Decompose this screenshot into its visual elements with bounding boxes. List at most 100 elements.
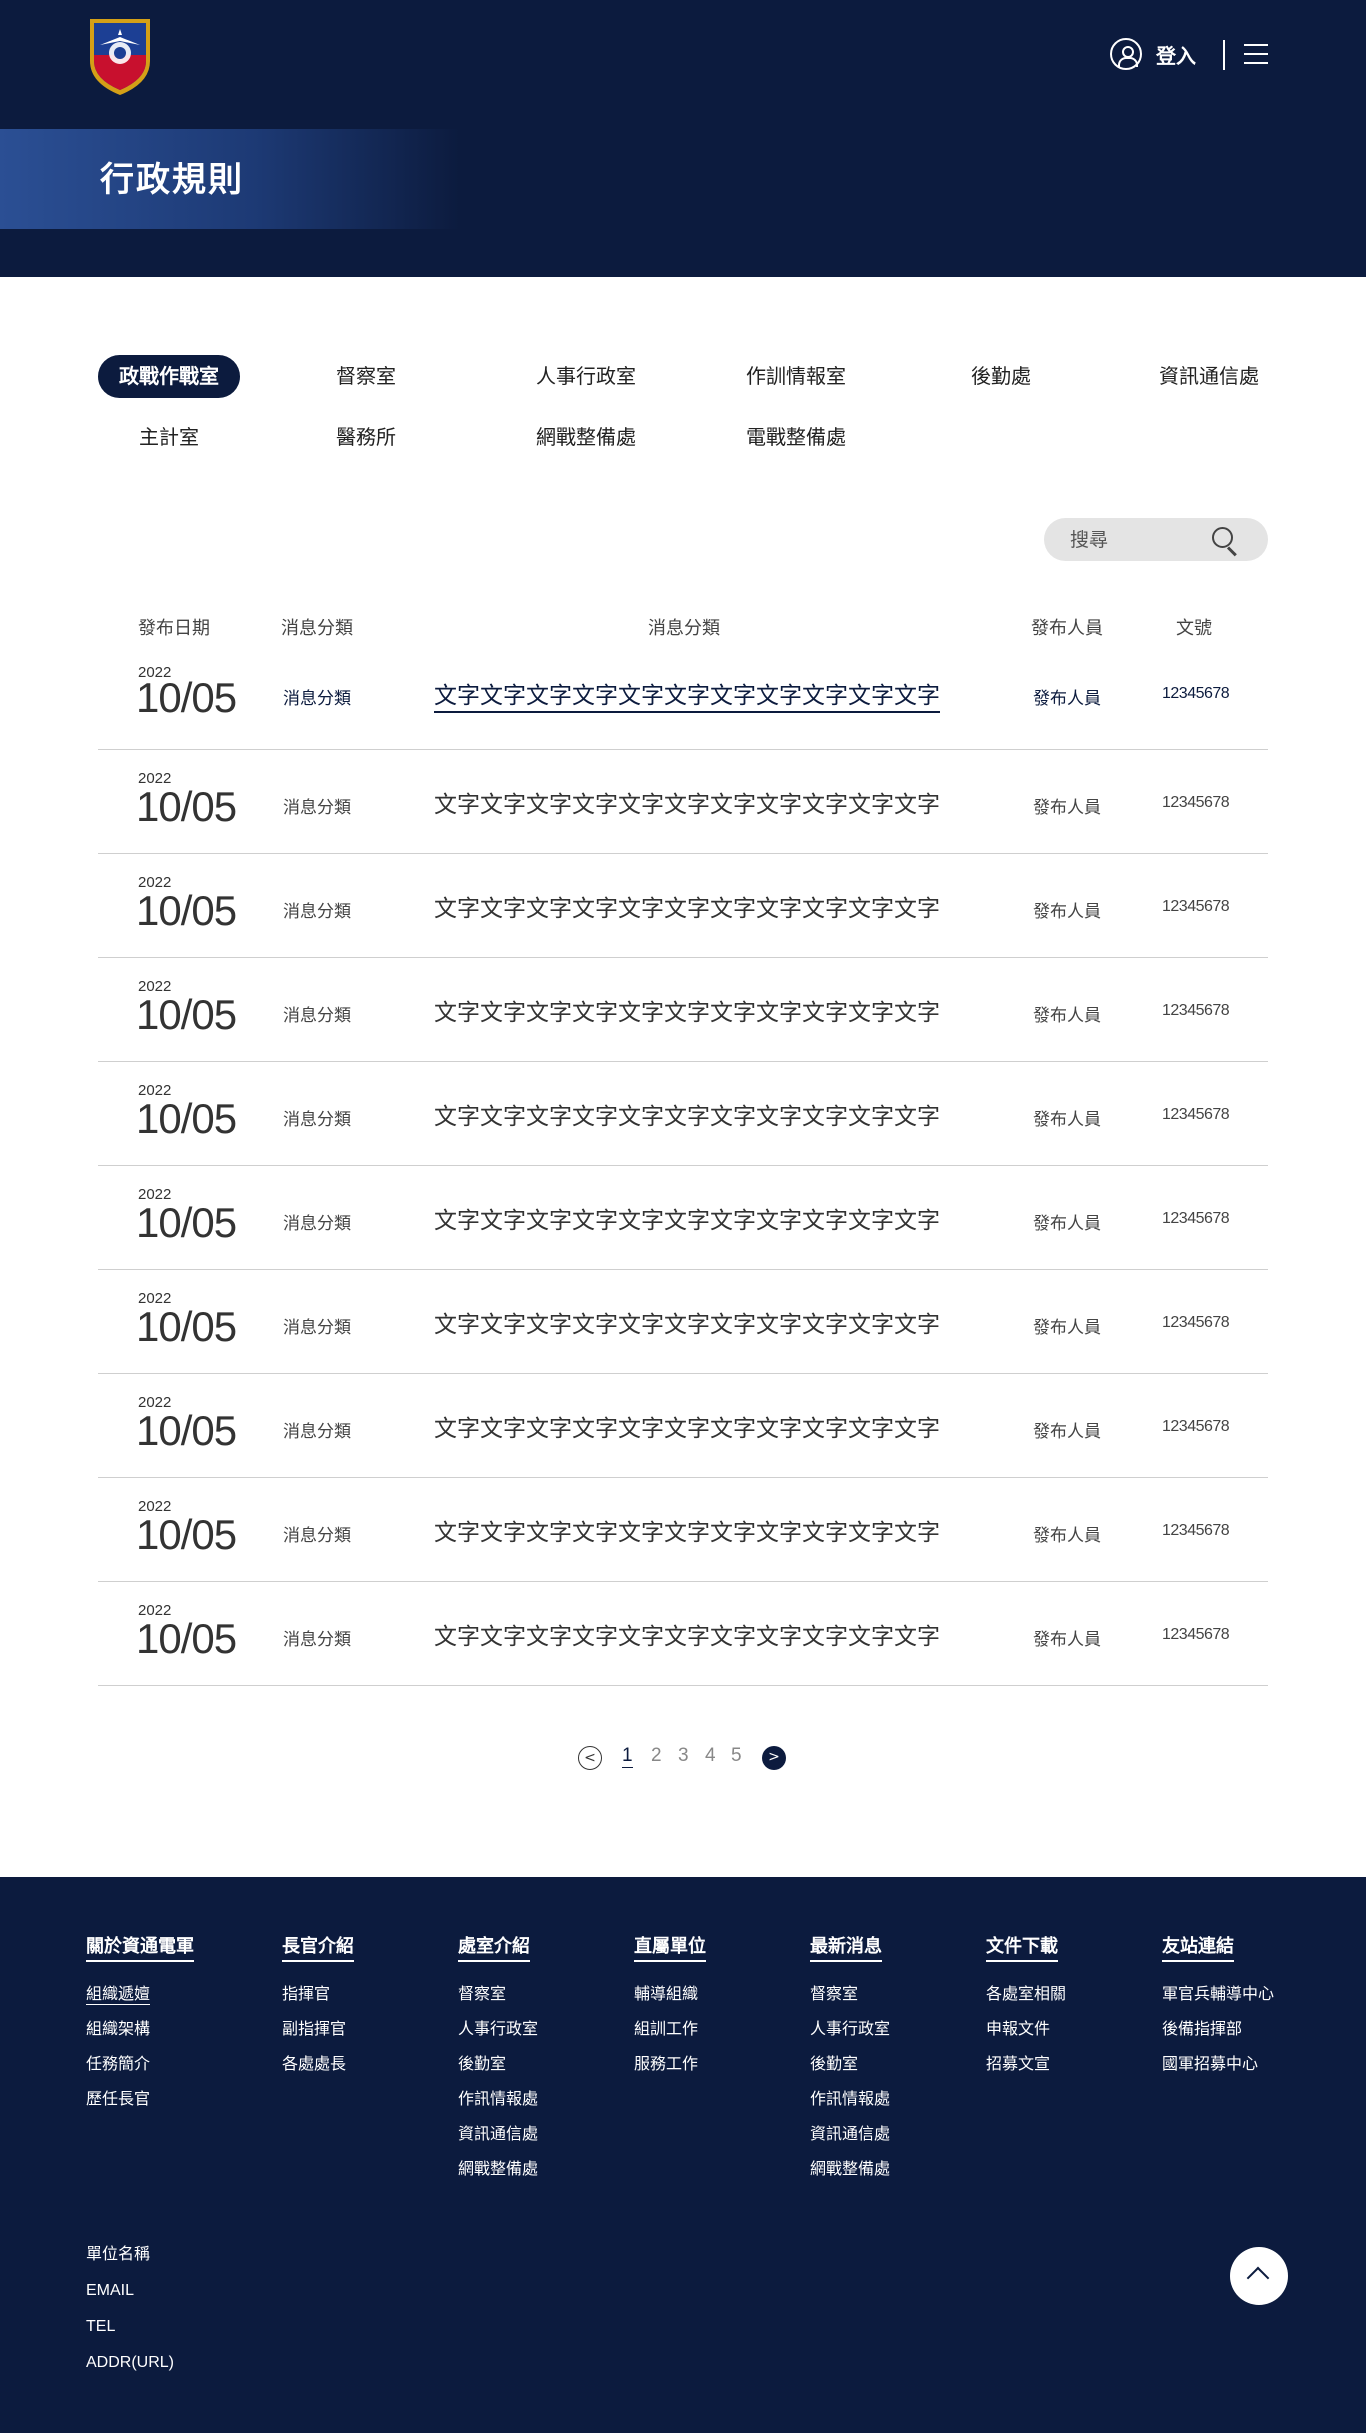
row-publisher: 發布人員 <box>1033 798 1101 818</box>
row-title-link[interactable]: 文字文字文字文字文字文字文字文字文字文字文字 <box>434 1097 940 1131</box>
footer-link[interactable]: 任務簡介 <box>86 2046 194 2081</box>
footer-link[interactable]: 招募文宣 <box>986 2046 1066 2081</box>
row-title-link[interactable]: 文字文字文字文字文字文字文字文字文字文字文字 <box>434 1617 940 1651</box>
tab-medical[interactable]: 醫務所 <box>316 416 416 459</box>
footer-link[interactable]: 資訊通信處 <box>810 2116 890 2151</box>
footer-link-label: 組織架構 <box>86 2019 151 2038</box>
user-icon <box>1110 38 1142 70</box>
row-category: 消息分類 <box>283 902 351 922</box>
header-date: 發布日期 <box>138 618 210 639</box>
tab-electronic-warfare[interactable]: 電戰整備處 <box>736 416 856 459</box>
footer-link[interactable]: 組訓工作 <box>634 2011 706 2046</box>
tab-info-comm[interactable]: 資訊通信處 <box>1150 355 1268 398</box>
footer-link[interactable]: 國軍招募中心 <box>1162 2046 1274 2081</box>
footer-link[interactable]: 申報文件 <box>986 2011 1066 2046</box>
footer-link[interactable]: 各處處長 <box>282 2046 354 2081</box>
page-link-1[interactable]: 1 <box>622 1745 633 1768</box>
footer-link-label: 資訊通信處 <box>458 2124 539 2143</box>
footer-column-about: 關於資通電軍組織遞嬗組織架構任務簡介 歷任長官 <box>86 1932 194 2116</box>
page-link-5[interactable]: 5 <box>731 1745 742 1767</box>
row-publisher: 發布人員 <box>1033 1526 1101 1546</box>
date-day: 10/05 <box>136 1303 237 1350</box>
footer-link[interactable]: 人事行政室 <box>458 2011 538 2046</box>
footer-link[interactable]: 督察室 <box>458 1976 538 2011</box>
table-row: 2022 10/05 消息分類 文字文字文字文字文字文字文字文字文字文字文字 發布人員 1… <box>98 958 1268 1062</box>
footer-link[interactable]: 軍官兵輔導中心 <box>1162 1976 1274 2011</box>
prev-page-button[interactable]: < <box>578 1746 602 1770</box>
page-link-2[interactable]: 2 <box>651 1745 662 1767</box>
footer-link[interactable]: 組織遞嬗 <box>86 1976 194 2011</box>
footer-link[interactable]: 督察室 <box>810 1976 890 2011</box>
footer-link[interactable]: 網戰整備處 <box>810 2151 890 2186</box>
tab-political-warfare[interactable]: 政戰作戰室 <box>98 355 240 398</box>
footer-link-label: 人事行政室 <box>458 2019 539 2038</box>
footer-heading[interactable]: 關於資通電軍 <box>86 1932 194 1962</box>
footer-link[interactable]: 網戰整備處 <box>458 2151 538 2186</box>
tel-text: TEL <box>86 2318 116 2335</box>
tab-comptroller[interactable]: 主計室 <box>98 416 240 459</box>
row-category: 消息分類 <box>283 1006 351 1026</box>
footer-link[interactable]: 作訊情報處 <box>458 2081 538 2116</box>
date-day: 10/05 <box>136 1511 237 1558</box>
row-publisher: 發布人員 <box>1033 689 1101 709</box>
table-row: 2022 10/05 消息分類 文字文字文字文字文字文字文字文字文字文字文字 發布人員 1… <box>98 1062 1268 1166</box>
footer-heading[interactable]: 友站連結 <box>1162 1932 1234 1962</box>
tab-logistics[interactable]: 後勤處 <box>956 355 1046 398</box>
tab-cyber-warfare[interactable]: 網戰整備處 <box>526 416 646 459</box>
footer-heading[interactable]: 直屬單位 <box>634 1932 706 1962</box>
footer-heading[interactable]: 處室介紹 <box>458 1932 530 1962</box>
footer-link[interactable]: 歷任長官 <box>86 2081 194 2116</box>
footer-column-offices: 處室介紹督察室人事行政室後勤室 作訊情報處資訊通信處網戰整備處 <box>458 1932 538 2186</box>
row-doc-no: 12345678 <box>1162 1522 1230 1539</box>
footer-link[interactable]: 作訊情報處 <box>810 2081 890 2116</box>
footer-link[interactable]: 後備指揮部 <box>1162 2011 1274 2046</box>
row-title-link[interactable]: 文字文字文字文字文字文字文字文字文字文字文字 <box>434 889 940 923</box>
footer-link-label: 副指揮官 <box>282 2019 347 2038</box>
footer-link[interactable]: 資訊通信處 <box>458 2116 538 2151</box>
row-title-link[interactable]: 文字文字文字文字文字文字文字文字文字文字文字 <box>434 1513 940 1547</box>
row-title-link[interactable]: 文字文字文字文字文字文字文字文字文字文字文字 <box>434 1409 940 1443</box>
tab-operations-intel[interactable]: 作訓情報室 <box>736 355 856 398</box>
row-publisher: 發布人員 <box>1033 1006 1101 1026</box>
hamburger-menu-icon[interactable] <box>1244 44 1268 66</box>
footer-link[interactable]: 人事行政室 <box>810 2011 890 2046</box>
footer-heading[interactable]: 最新消息 <box>810 1932 882 1962</box>
footer-link[interactable]: 服務工作 <box>634 2046 706 2081</box>
back-to-top-button[interactable] <box>1230 2247 1288 2305</box>
footer-link-label: 國軍招募中心 <box>1162 2054 1259 2073</box>
login-button[interactable]: 登入 <box>1110 38 1196 70</box>
footer-link[interactable]: 後勤室 <box>458 2046 538 2081</box>
footer-link[interactable]: 組織架構 <box>86 2011 194 2046</box>
footer-link-label: 資訊通信處 <box>810 2124 891 2143</box>
row-title-link[interactable]: 文字文字文字文字文字文字文字文字文字文字文字 <box>434 785 940 819</box>
row-title-link[interactable]: 文字文字文字文字文字文字文字文字文字文字文字 <box>434 1305 940 1339</box>
tab-inspection[interactable]: 督察室 <box>316 355 416 398</box>
footer-heading[interactable]: 長官介紹 <box>282 1932 354 1962</box>
row-doc-no: 12345678 <box>1162 1418 1230 1435</box>
tab-personnel-admin[interactable]: 人事行政室 <box>526 355 646 398</box>
footer-link-label: 督察室 <box>810 1984 859 2003</box>
login-label: 登入 <box>1156 43 1196 68</box>
page-link-4[interactable]: 4 <box>705 1745 716 1767</box>
footer-link-label: 申報文件 <box>986 2019 1051 2038</box>
footer-heading[interactable]: 文件下載 <box>986 1932 1058 1962</box>
footer-column-downloads: 文件下載各處室相關申報文件招募文宣 <box>986 1932 1066 2081</box>
emblem-logo[interactable] <box>86 15 154 97</box>
search-input[interactable] <box>1070 518 1210 561</box>
footer-link[interactable]: 副指揮官 <box>282 2011 354 2046</box>
page-link-3[interactable]: 3 <box>678 1745 689 1767</box>
footer-link[interactable]: 輔導組織 <box>634 1976 706 2011</box>
date-day: 10/05 <box>136 1615 237 1662</box>
site-header: 登入 行政規則 <box>0 0 1366 277</box>
search-icon[interactable] <box>1212 527 1238 553</box>
row-title-link[interactable]: 文字文字文字文字文字文字文字文字文字文字文字 <box>434 676 940 713</box>
row-category: 消息分類 <box>283 689 351 709</box>
footer-link[interactable]: 後勤室 <box>810 2046 890 2081</box>
footer-link[interactable]: 指揮官 <box>282 1976 354 2011</box>
email-text: EMAIL <box>86 2282 135 2299</box>
footer-link[interactable]: 各處室相關 <box>986 1976 1066 2011</box>
row-title-link[interactable]: 文字文字文字文字文字文字文字文字文字文字文字 <box>434 1201 940 1235</box>
footer-column-direct-units: 直屬單位輔導組織 組訓工作 服務工作 <box>634 1932 706 2081</box>
row-title-link[interactable]: 文字文字文字文字文字文字文字文字文字文字文字 <box>434 993 940 1027</box>
next-page-button[interactable]: > <box>762 1746 786 1770</box>
